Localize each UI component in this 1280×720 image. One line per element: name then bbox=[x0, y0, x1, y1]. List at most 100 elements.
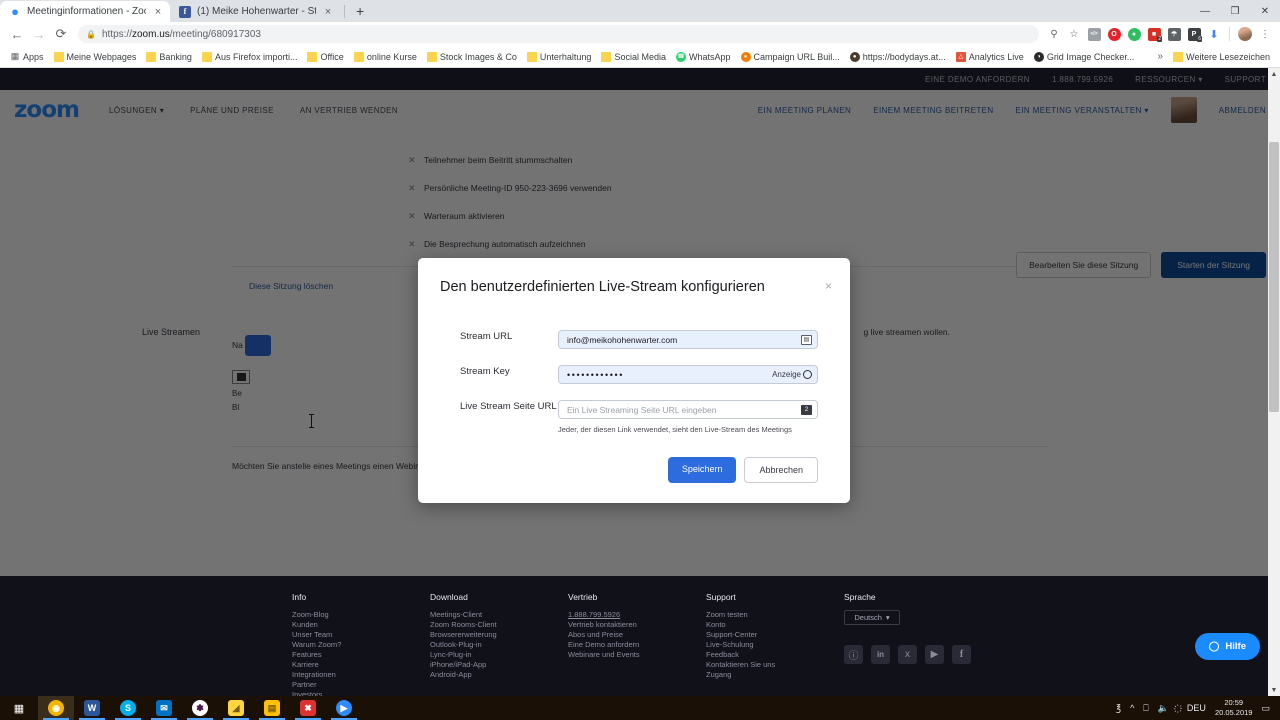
taskbar-app-zoom[interactable]: ▶ bbox=[326, 696, 362, 720]
taskbar-app-word[interactable]: W bbox=[74, 696, 110, 720]
browser-tab-facebook[interactable]: f (1) Meike Hohenwarter - Startse × bbox=[170, 1, 340, 22]
footer-link[interactable]: Live-Schulung bbox=[706, 640, 844, 650]
bookmarks-overflow-button[interactable]: » bbox=[1154, 51, 1168, 62]
bookmark-item[interactable]: ● Campaign URL Buil... bbox=[737, 50, 844, 64]
network-icon[interactable]: ⎕ bbox=[1143, 703, 1148, 714]
footer-link[interactable]: Karriere bbox=[292, 660, 430, 670]
bookmark-item[interactable]: Aus Firefox importi... bbox=[198, 50, 302, 64]
page-scrollbar[interactable]: ▲ ▼ bbox=[1268, 68, 1280, 696]
reveal-password-label[interactable]: Anzeige bbox=[772, 370, 801, 379]
bookmark-item[interactable]: Unterhaltung bbox=[523, 50, 596, 64]
bookmark-item[interactable]: online Kurse bbox=[350, 50, 421, 64]
address-bar[interactable]: 🔒 https://zoom.us/meeting/680917303 bbox=[78, 25, 1039, 43]
footer-link[interactable]: iPhone/iPad-App bbox=[430, 660, 568, 670]
footer-link[interactable]: Zoom Rooms-Client bbox=[430, 620, 568, 630]
windows-start-icon[interactable]: ▦ bbox=[0, 696, 38, 720]
new-tab-button[interactable]: + bbox=[349, 4, 371, 18]
forward-button[interactable]: → bbox=[28, 23, 50, 45]
download-icon[interactable]: ⬇ bbox=[1205, 25, 1223, 43]
footer-link[interactable]: Kontaktieren Sie uns bbox=[706, 660, 844, 670]
close-icon[interactable]: × bbox=[825, 279, 832, 293]
taskbar-app-xmind[interactable]: ✖ bbox=[290, 696, 326, 720]
bookmark-item[interactable]: ● https://bodydays.at... bbox=[846, 50, 950, 64]
key-ring-icon[interactable] bbox=[803, 370, 812, 379]
red-extension-icon[interactable]: ■ 2 bbox=[1145, 25, 1163, 43]
taskbar-app-file-explorer[interactable]: ▤ bbox=[254, 696, 290, 720]
scroll-up-arrow[interactable]: ▲ bbox=[1268, 68, 1280, 80]
footer-link[interactable]: Lync-Plug-in bbox=[430, 650, 568, 660]
footer-link[interactable]: Eine Demo anfordern bbox=[568, 640, 706, 650]
show-hidden-icons-icon[interactable]: ^ bbox=[1130, 703, 1134, 713]
stream-key-input[interactable]: •••••••••••• Anzeige bbox=[558, 365, 818, 384]
code-extension-icon[interactable]: </> bbox=[1085, 25, 1103, 43]
bookmark-star-icon[interactable]: ☆ bbox=[1065, 25, 1083, 43]
footer-link[interactable]: Webinare und Events bbox=[568, 650, 706, 660]
footer-link[interactable]: Zoom-Blog bbox=[292, 610, 430, 620]
browser-menu-icon[interactable]: ⋮ bbox=[1256, 25, 1274, 43]
footer-link[interactable]: Meetings-Client bbox=[430, 610, 568, 620]
twitter-icon[interactable]: x bbox=[898, 645, 917, 664]
bookmark-other-bookmarks[interactable]: Weitere Lesezeichen bbox=[1169, 50, 1274, 64]
footer-link[interactable]: Warum Zoom? bbox=[292, 640, 430, 650]
bookmark-apps[interactable]: ▦ Apps bbox=[6, 50, 48, 64]
language-indicator[interactable]: DEU bbox=[1187, 703, 1206, 713]
clock[interactable]: 20:59 20.05.2019 bbox=[1215, 698, 1253, 718]
footer-link[interactable]: Vertrieb kontaktieren bbox=[568, 620, 706, 630]
saved-passwords-icon[interactable]: 2 bbox=[801, 404, 812, 415]
footer-link[interactable]: Features bbox=[292, 650, 430, 660]
shield-extension-icon[interactable]: ☂ bbox=[1165, 25, 1183, 43]
wordpress-icon[interactable]: ⓘ bbox=[844, 645, 863, 664]
scrollbar-thumb[interactable] bbox=[1269, 142, 1279, 412]
bookmark-item[interactable]: ☎ WhatsApp bbox=[672, 50, 735, 64]
pocket-extension-icon[interactable]: P6 bbox=[1185, 25, 1203, 43]
close-window-button[interactable]: ✕ bbox=[1250, 0, 1280, 22]
people-icon[interactable]: ℥ bbox=[1116, 703, 1121, 714]
volume-icon[interactable]: 🔈 bbox=[1158, 703, 1169, 714]
footer-link[interactable]: Unser Team bbox=[292, 630, 430, 640]
bookmark-item[interactable]: Office bbox=[303, 50, 347, 64]
help-widget-button[interactable]: ◯ Hilfe bbox=[1194, 633, 1260, 660]
taskbar-app-skype[interactable]: S bbox=[110, 696, 146, 720]
footer-link[interactable]: Abos und Preise bbox=[568, 630, 706, 640]
cancel-button[interactable]: Abbrechen bbox=[744, 457, 818, 483]
footer-link[interactable]: Support-Center bbox=[706, 630, 844, 640]
language-select[interactable]: Deutsch ▾ bbox=[844, 610, 900, 625]
stream-url-input[interactable]: info@meikohohenwarter.com ▤ bbox=[558, 330, 818, 349]
footer-link[interactable]: Outlook-Plug-in bbox=[430, 640, 568, 650]
contact-card-icon[interactable]: ▤ bbox=[801, 334, 812, 345]
bookmark-item[interactable]: ◑ Grid Image Checker... bbox=[1030, 50, 1139, 64]
avatar[interactable] bbox=[1236, 25, 1254, 43]
bookmark-item[interactable]: Meine Webpages bbox=[50, 50, 141, 64]
youtube-icon[interactable]: ▶ bbox=[925, 645, 944, 664]
footer-link[interactable]: Zoom testen bbox=[706, 610, 844, 620]
footer-link[interactable]: Zugang bbox=[706, 670, 844, 680]
evernote-extension-icon[interactable]: ● bbox=[1125, 25, 1143, 43]
taskbar-app-sticky-notes[interactable]: ◢ bbox=[218, 696, 254, 720]
taskbar-app-chrome[interactable]: ◉ bbox=[38, 696, 74, 720]
save-button[interactable]: Speichern bbox=[667, 457, 737, 483]
footer-link[interactable]: Android-App bbox=[430, 670, 568, 680]
browser-tab-zoom[interactable]: ● Meetinginformationen - Zoom × bbox=[0, 1, 170, 22]
taskbar-app-mail[interactable]: ✉ bbox=[146, 696, 182, 720]
bookmark-item[interactable]: Stock Images & Co bbox=[423, 50, 521, 64]
footer-link[interactable]: Kunden bbox=[292, 620, 430, 630]
minimize-button[interactable]: — bbox=[1190, 0, 1220, 22]
bookmark-item[interactable]: Banking bbox=[142, 50, 196, 64]
opera-extension-icon[interactable]: O bbox=[1105, 25, 1123, 43]
footer-link[interactable]: Integrationen bbox=[292, 670, 430, 680]
maximize-button[interactable]: ❐ bbox=[1220, 0, 1250, 22]
linkedin-icon[interactable]: in bbox=[871, 645, 890, 664]
tab-close-icon[interactable]: × bbox=[322, 6, 334, 18]
key-icon[interactable]: ⚲ bbox=[1045, 25, 1063, 43]
footer-link[interactable]: Browsererweiterung bbox=[430, 630, 568, 640]
bookmark-item[interactable]: △ Analytics Live bbox=[952, 50, 1028, 64]
action-center-icon[interactable]: ▭ bbox=[1261, 703, 1270, 714]
back-button[interactable]: ← bbox=[6, 23, 28, 45]
footer-link[interactable]: Konto bbox=[706, 620, 844, 630]
footer-link[interactable]: 1.888.799.5926 bbox=[568, 610, 706, 620]
livestream-page-url-input[interactable]: Ein Live Streaming Seite URL eingeben 2 bbox=[558, 400, 818, 419]
taskbar-app-slack[interactable]: ✽ bbox=[182, 696, 218, 720]
footer-link[interactable]: Partner bbox=[292, 680, 430, 690]
facebook-icon[interactable]: f bbox=[952, 645, 971, 664]
tab-close-icon[interactable]: × bbox=[152, 6, 164, 18]
